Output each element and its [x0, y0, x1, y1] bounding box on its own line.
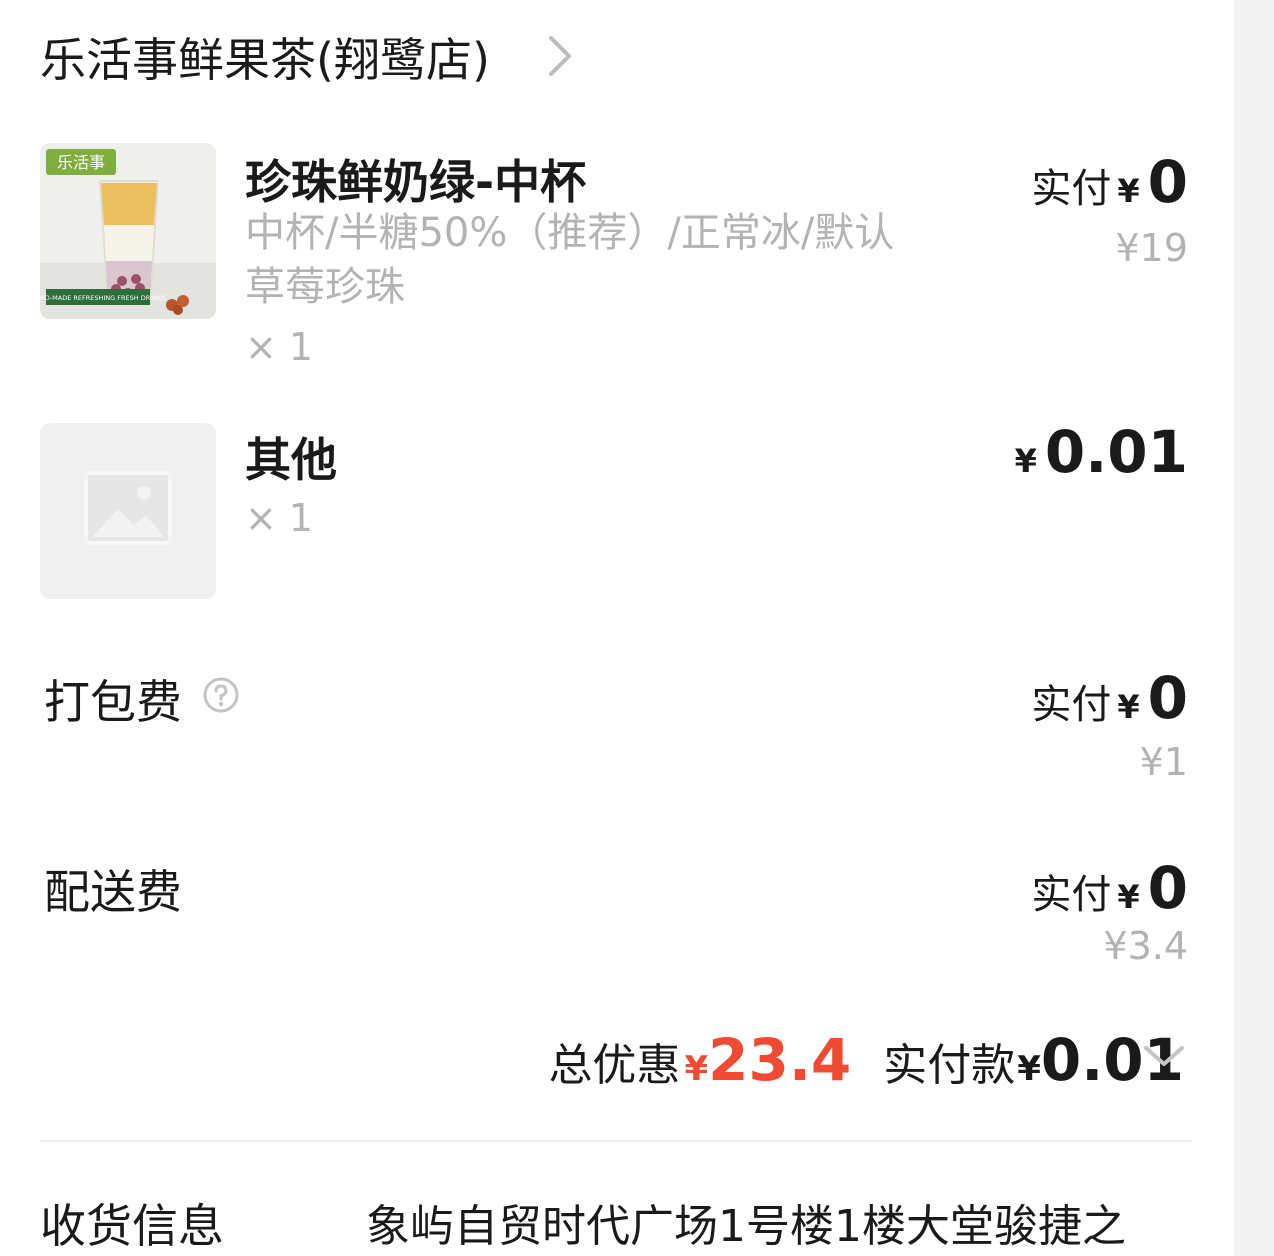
packing-fee-paid: 实付 ¥ 0	[1031, 664, 1188, 732]
discount-label: 总优惠	[548, 1040, 681, 1091]
price-value: 0.01	[1044, 418, 1188, 486]
product-image-placeholder[interactable]	[40, 423, 216, 599]
discount-amount: 23.4	[708, 1026, 852, 1094]
item-name: 珍珠鲜奶绿-中杯	[245, 155, 587, 209]
total-label: 实付款	[883, 1040, 1016, 1091]
scroll-gutter	[1234, 0, 1274, 1256]
paid-value: 0	[1147, 148, 1188, 216]
chevron-down-icon[interactable]	[1142, 1040, 1186, 1072]
paid-label: 实付	[1031, 682, 1112, 728]
delivery-fee-paid: 实付 ¥ 0	[1031, 854, 1188, 922]
total-currency: ¥	[1017, 1049, 1041, 1089]
item-quantity: × 1	[245, 325, 314, 369]
delivery-info-label: 收货信息	[40, 1199, 224, 1253]
currency-symbol: ¥	[1117, 878, 1140, 916]
image-placeholder-icon	[84, 471, 172, 545]
paid-label: 实付	[1031, 166, 1112, 212]
item-original-price: ¥19	[1115, 226, 1188, 270]
item-price: ¥ 0.01	[1009, 418, 1188, 486]
store-name[interactable]: 乐活事鲜果茶(翔鹭店)	[40, 24, 490, 90]
item-paid-amount: 实付 ¥ 0	[1031, 148, 1188, 216]
order-summary[interactable]: 总优惠 ¥ 23.4 实付款 ¥ 0.01	[548, 1026, 1184, 1094]
item-name: 其他	[245, 433, 337, 487]
discount-currency: ¥	[684, 1049, 709, 1089]
divider	[40, 1140, 1192, 1142]
delivery-fee-label: 配送费	[44, 865, 182, 919]
product-image-milk-tea[interactable]: 乐活事 HAND-MADE REFRESHING FRESH DRINKS	[40, 143, 216, 319]
item-quantity: × 1	[245, 496, 314, 540]
thumb-tagline-text: HAND-MADE REFRESHING FRESH DRINKS	[40, 294, 165, 302]
currency-symbol: ¥	[1117, 688, 1140, 726]
delivery-address: 象屿自贸时代广场1号楼1楼大堂骏捷之	[366, 1201, 1126, 1252]
help-circle-icon[interactable]	[202, 676, 240, 714]
item-specs: 中杯/半糖50%（推荐）/正常冰/默认草莓珍珠	[245, 210, 895, 310]
thumb-brand-text: 乐活事	[57, 153, 105, 172]
delivery-fee-original: ¥3.4	[1103, 924, 1188, 968]
packing-fee-label: 打包费	[44, 675, 182, 729]
paid-value: 0	[1147, 664, 1188, 732]
packing-fee-original: ¥1	[1139, 740, 1188, 784]
currency-symbol: ¥	[1014, 442, 1037, 480]
chevron-right-icon[interactable]	[543, 34, 577, 78]
paid-label: 实付	[1031, 872, 1112, 918]
currency-symbol: ¥	[1117, 172, 1140, 210]
paid-value: 0	[1147, 854, 1188, 922]
